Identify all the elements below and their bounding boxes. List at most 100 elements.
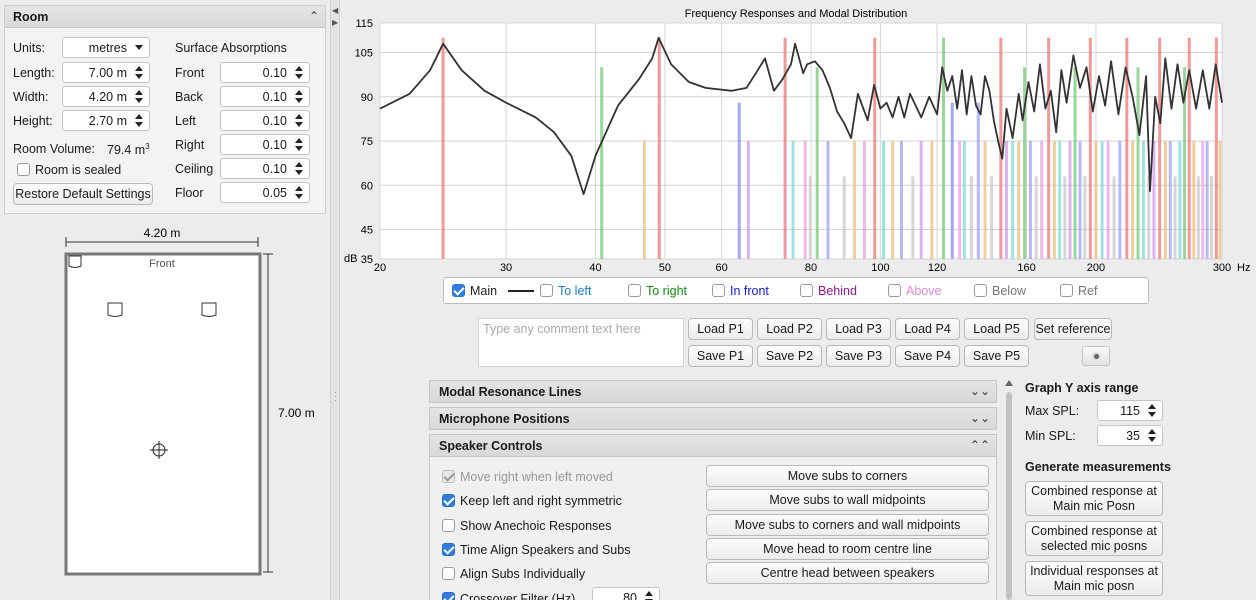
spin-arrows-icon[interactable]	[293, 160, 305, 178]
speaker-action-button-1[interactable]: Move subs to wall midpoints	[706, 489, 989, 512]
speaker-checkbox-4[interactable]	[442, 567, 455, 581]
surface-spinbox-back[interactable]: 0.10	[220, 86, 310, 107]
speaker-checkbox-2[interactable]	[442, 518, 455, 532]
panel-splitter[interactable]: ◀ ▶ · · ·	[330, 0, 340, 600]
spin-arrows-icon[interactable]	[1146, 402, 1158, 420]
chevron-double-down-icon[interactable]: ⌄⌄	[970, 411, 990, 425]
spin-arrows-icon[interactable]	[1146, 427, 1158, 445]
comment-input[interactable]: Type any comment text here	[478, 318, 684, 367]
speaker-checkbox-1[interactable]	[442, 494, 455, 508]
height-spinbox[interactable]: 2.70 m	[62, 110, 150, 131]
legend-checkbox-to-right[interactable]	[628, 284, 641, 297]
scroll-up-icon[interactable]	[1005, 380, 1013, 386]
chevron-double-down-icon[interactable]: ⌄⌄	[970, 384, 990, 398]
section-speaker-controls[interactable]: Speaker Controls ⌃⌃	[429, 434, 997, 457]
modal-line	[808, 176, 812, 259]
surface-spinbox-front[interactable]: 0.10	[220, 62, 310, 83]
generate-button-2[interactable]: Individual responses at Main mic posn	[1025, 561, 1163, 596]
surface-spinbox-left[interactable]: 0.10	[220, 110, 310, 131]
surface-spinbox-right[interactable]: 0.10	[220, 134, 310, 155]
sub-speaker-icon[interactable]	[68, 255, 82, 268]
scrollbar-thumb[interactable]	[1006, 392, 1012, 600]
modal-line	[600, 67, 604, 259]
left-speaker-icon[interactable]	[107, 302, 123, 317]
collapse-up-icon[interactable]: ⌃	[309, 9, 319, 23]
modal-line	[783, 37, 787, 259]
right-speaker-icon[interactable]	[201, 302, 217, 317]
height-value: 2.70 m	[88, 114, 127, 128]
max-spl-spinbox[interactable]: 115	[1097, 400, 1163, 421]
splitter-grip-icon[interactable]: · · ·	[334, 388, 337, 405]
units-dropdown[interactable]: metres	[62, 37, 150, 58]
chevron-double-up-icon[interactable]: ⌃⌃	[970, 438, 990, 452]
generate-button-1[interactable]: Combined response at selected mic posns	[1025, 521, 1163, 556]
load-p2-button[interactable]: Load P2	[757, 318, 822, 340]
speaker-checkbox-3[interactable]	[442, 542, 455, 556]
modal-line	[1112, 176, 1116, 259]
min-spl-spinbox[interactable]: 35	[1097, 425, 1163, 446]
spin-arrows-icon[interactable]	[293, 64, 305, 82]
spin-arrows-icon[interactable]	[643, 589, 655, 600]
surface-label-floor: Floor	[175, 186, 204, 200]
section-microphone-positions[interactable]: Microphone Positions ⌄⌄	[429, 407, 997, 430]
legend-checkbox-ref[interactable]	[1060, 284, 1073, 297]
spin-arrows-icon[interactable]	[293, 112, 305, 130]
legend-checkbox-above[interactable]	[888, 284, 901, 297]
load-p1-button[interactable]: Load P1	[688, 318, 753, 340]
load-p5-button[interactable]: Load P5	[964, 318, 1029, 340]
speaker-checkbox-0[interactable]	[442, 470, 455, 483]
expand-right-icon[interactable]: ▶	[332, 18, 338, 27]
room-panel-title: Room	[13, 10, 49, 24]
spin-arrows-icon[interactable]	[293, 88, 305, 106]
save-p1-button[interactable]: Save P1	[688, 345, 753, 367]
legend-checkbox-behind[interactable]	[800, 284, 813, 297]
modal-line	[1073, 67, 1077, 259]
spin-arrows-icon[interactable]	[133, 64, 145, 82]
legend-label-above: Above	[906, 284, 942, 298]
length-spinbox[interactable]: 7.00 m	[62, 62, 150, 83]
save-p3-button[interactable]: Save P3	[826, 345, 891, 367]
collapse-left-icon[interactable]: ◀	[332, 6, 338, 15]
room-panel-header[interactable]: Room ⌃	[5, 6, 325, 28]
surface-spinbox-floor[interactable]: 0.05	[220, 182, 310, 203]
spin-arrows-icon[interactable]	[133, 112, 145, 130]
generate-button-0[interactable]: Combined response at Main mic Posn	[1025, 481, 1163, 516]
legend-checkbox-main[interactable]	[452, 284, 465, 297]
section-modal-resonance[interactable]: Modal Resonance Lines ⌄⌄	[429, 380, 997, 403]
surface-spinbox-ceiling[interactable]: 0.10	[220, 158, 310, 179]
modal-line	[842, 176, 846, 259]
speaker-action-button-3[interactable]: Move head to room centre line	[706, 537, 989, 560]
section-title: Speaker Controls	[439, 439, 543, 453]
load-p4-button[interactable]: Load P4	[895, 318, 960, 340]
speaker-checkbox-5[interactable]	[442, 591, 455, 600]
room-sealed-label: Room is sealed	[35, 163, 122, 177]
crossover-spinbox[interactable]: 80	[592, 587, 660, 600]
x-tick-label: 50	[659, 262, 671, 272]
camera-icon[interactable]	[1082, 346, 1110, 366]
set-reference-button[interactable]: Set reference	[1034, 318, 1112, 340]
save-p4-button[interactable]: Save P4	[895, 345, 960, 367]
spin-arrows-icon[interactable]	[293, 184, 305, 202]
legend-checkbox-below[interactable]	[974, 284, 987, 297]
speaker-action-button-4[interactable]: Centre head between speakers	[706, 562, 989, 585]
modal-line	[958, 141, 962, 259]
spin-arrows-icon[interactable]	[293, 136, 305, 154]
save-p5-button[interactable]: Save P5	[964, 345, 1029, 367]
speaker-action-button-0[interactable]: Move subs to corners	[706, 465, 989, 487]
legend-checkbox-in-front[interactable]	[712, 284, 725, 297]
speaker-action-button-2[interactable]: Move subs to corners and wall midpoints	[706, 513, 989, 536]
y-tick-label: 35	[361, 254, 373, 266]
room-sealed-checkbox[interactable]	[17, 163, 30, 176]
controls-scrollbar[interactable]	[1003, 380, 1015, 600]
spin-arrows-icon[interactable]	[133, 88, 145, 106]
modal-line	[1063, 176, 1067, 259]
save-p2-button[interactable]: Save P2	[757, 345, 822, 367]
modal-line	[1152, 141, 1156, 259]
load-p3-button[interactable]: Load P3	[826, 318, 891, 340]
x-tick-label: 30	[500, 262, 512, 272]
modal-line	[930, 141, 934, 259]
restore-defaults-button[interactable]: Restore Default Settings	[13, 183, 153, 205]
legend-checkbox-to-left[interactable]	[540, 284, 553, 297]
width-spinbox[interactable]: 4.20 m	[62, 86, 150, 107]
modal-line	[983, 141, 987, 259]
